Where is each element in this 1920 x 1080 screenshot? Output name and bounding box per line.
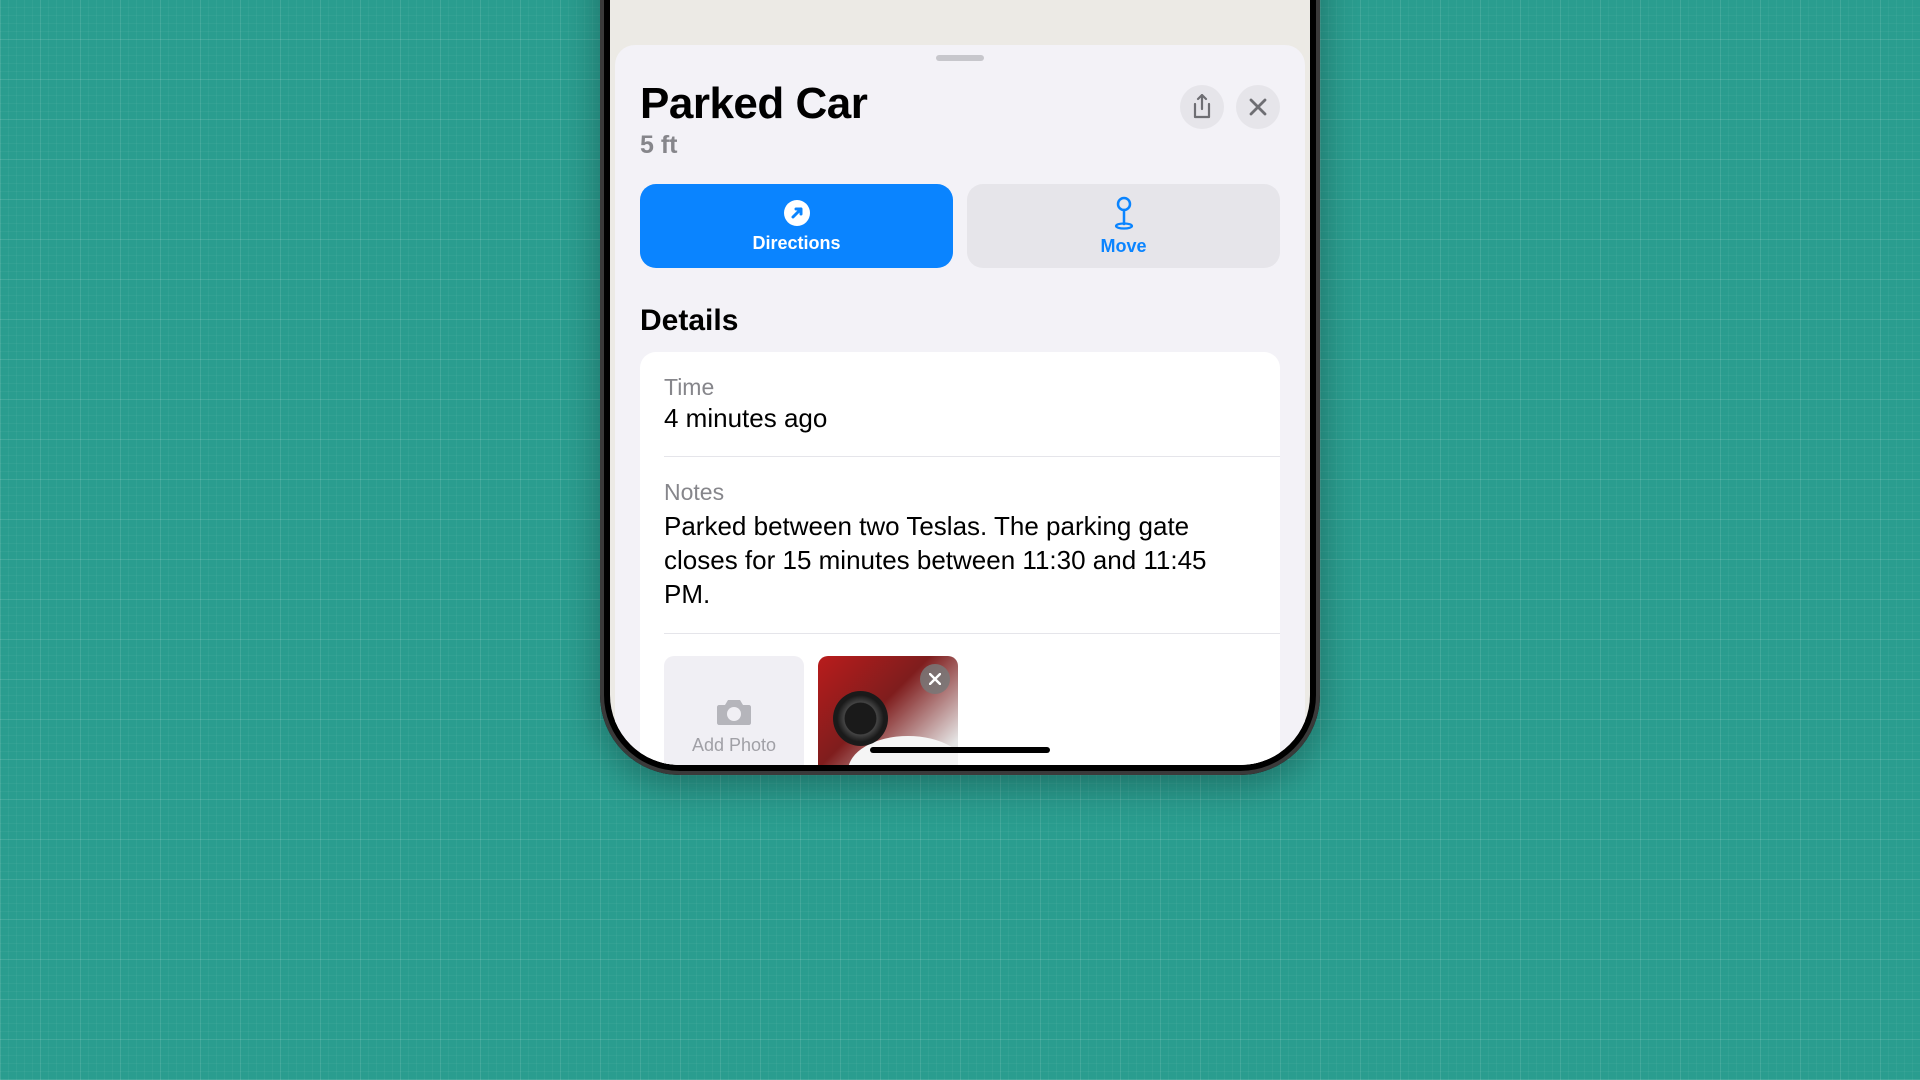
move-label: Move — [1100, 236, 1146, 257]
notes-cell[interactable]: Notes Parked between two Teslas. The par… — [664, 456, 1280, 633]
remove-photo-button[interactable] — [920, 664, 950, 694]
phone-screen: Parked Car 5 ft — [610, 0, 1310, 765]
sheet-header: Parked Car 5 ft — [640, 79, 1280, 160]
header-text: Parked Car 5 ft — [640, 79, 1180, 160]
move-pin-icon — [1111, 196, 1137, 230]
page-title: Parked Car — [640, 79, 1180, 129]
directions-label: Directions — [752, 233, 840, 254]
add-photo-label: Add Photo — [692, 735, 776, 756]
sheet-grabber[interactable] — [936, 55, 984, 61]
share-button[interactable] — [1180, 85, 1224, 129]
photo-row: Add Photo — [664, 633, 1280, 765]
distance-label: 5 ft — [640, 131, 1180, 160]
time-label: Time — [664, 374, 1256, 401]
header-buttons — [1180, 85, 1280, 129]
add-photo-button[interactable]: Add Photo — [664, 656, 804, 765]
details-card: Time 4 minutes ago Notes Parked between … — [640, 352, 1280, 765]
home-indicator[interactable] — [870, 747, 1050, 753]
close-button[interactable] — [1236, 85, 1280, 129]
directions-icon — [783, 199, 811, 227]
directions-button[interactable]: Directions — [640, 184, 953, 268]
notes-value: Parked between two Teslas. The parking g… — [664, 510, 1256, 611]
close-icon — [1249, 98, 1267, 116]
bottom-sheet: Parked Car 5 ft — [615, 45, 1305, 765]
share-icon — [1191, 94, 1213, 120]
action-row: Directions Move — [640, 184, 1280, 268]
move-button[interactable]: Move — [967, 184, 1280, 268]
phone-frame: Parked Car 5 ft — [600, 0, 1320, 775]
camera-icon — [715, 697, 753, 727]
time-cell: Time 4 minutes ago — [640, 352, 1280, 456]
time-value: 4 minutes ago — [664, 403, 1256, 434]
details-heading: Details — [640, 304, 1280, 338]
close-icon — [929, 673, 941, 685]
notes-label: Notes — [664, 479, 1256, 506]
